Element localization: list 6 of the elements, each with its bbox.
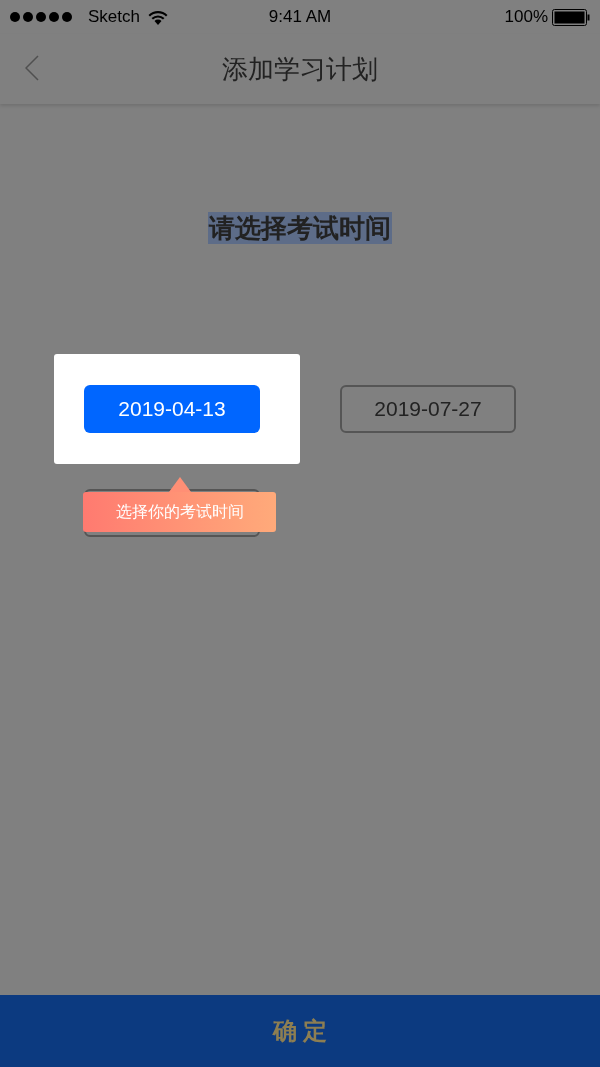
tooltip: 选择你的考试时间 [83, 477, 276, 532]
page-title: 添加学习计划 [222, 52, 378, 86]
battery-level: 100% [504, 6, 548, 29]
carrier-name: Sketch [88, 6, 140, 29]
prompt-heading: 请选择考试时间 [208, 212, 392, 244]
clock: 9:41 AM [268, 6, 332, 29]
